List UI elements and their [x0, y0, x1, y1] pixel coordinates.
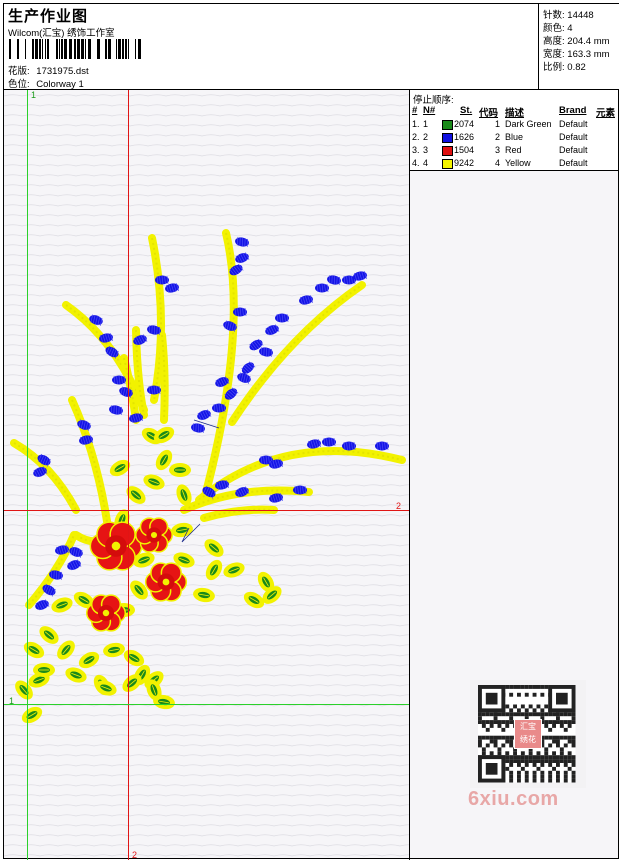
guide-label-v1: 1: [31, 90, 37, 100]
qr-code: 汇宝 绣花: [470, 680, 586, 788]
colorway-value: Colorway 1: [36, 79, 84, 90]
design-preview: 1 2 1 2: [4, 90, 410, 860]
stop-sequence-title: 停止顺序:: [413, 95, 454, 106]
col-header-index: #: [412, 105, 418, 116]
stop-row: 3. 3 1504 3 Red Default: [412, 145, 588, 156]
guide-label-v2: 2: [132, 850, 138, 860]
page-title: 生产作业图: [8, 8, 89, 25]
thread-swatch: [442, 120, 453, 130]
red-flowers: [85, 517, 188, 632]
blue-buds: [33, 237, 389, 611]
thread-swatch: [442, 159, 453, 169]
guide-vertical-2: [128, 90, 129, 860]
design-stats: 针数: 14448 颜色: 4 高度: 204.4 mm 宽度: 163.3 m…: [538, 4, 619, 89]
col-header-needle: N#: [423, 105, 436, 116]
guide-horizontal-1: [4, 704, 409, 705]
company-name: Wilcom(汇宝) 绣饰工作室: [8, 28, 115, 39]
stop-row: 4. 4 9242 4 Yellow Default: [412, 158, 588, 169]
stop-row: 2. 2 1626 2 Blue Default: [412, 132, 588, 143]
colorway-line: 色位: Colorway 1: [8, 76, 84, 90]
design-file-line: 花版: 1731975.dst: [8, 63, 89, 77]
stat-scale: 比例: 0.82: [543, 62, 586, 73]
col-header-brand: Brand: [559, 105, 587, 116]
guide-vertical-1: [27, 90, 28, 860]
col-header-element: 元素: [596, 108, 616, 119]
stop-row: 1. 1 2074 1 Dark Green Default: [412, 119, 588, 130]
sheet-header: 生产作业图 Wilcom(汇宝) 绣饰工作室 花版: 1731975.dst 色…: [4, 4, 619, 90]
thread-swatch: [442, 146, 453, 156]
col-header-stitches: St.: [460, 105, 473, 116]
watermark: 6xiu.com: [468, 788, 559, 810]
guide-horizontal-2: [4, 510, 409, 511]
col-header-code: 代码: [479, 108, 499, 119]
stat-colors: 颜色: 4: [543, 23, 573, 34]
colorway-label: 色位:: [8, 79, 30, 90]
stat-height: 高度: 204.4 mm: [543, 36, 610, 47]
guide-label-h2: 2: [396, 501, 402, 511]
embroidery-design: [10, 229, 406, 724]
guide-label-h1: 1: [9, 696, 15, 706]
thread-swatch: [442, 133, 453, 143]
stop-sequence-panel: 停止顺序: # N# St. 代码 描述 Brand 元素 1. 1 2074 …: [410, 90, 618, 171]
stat-stitches: 针数: 14448: [543, 10, 594, 21]
barcode: [9, 39, 141, 59]
col-header-description: 描述: [505, 108, 525, 119]
qr-logo-badge: 汇宝 绣花: [514, 719, 542, 749]
stat-width: 宽度: 163.3 mm: [543, 49, 610, 60]
